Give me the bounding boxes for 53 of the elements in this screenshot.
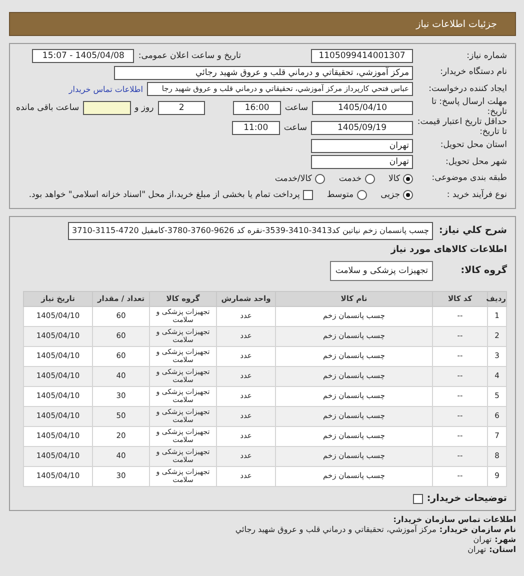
- contact-link[interactable]: اطلاعات تماس خریدار: [68, 84, 143, 94]
- section-heading: اطلاعات کالاهای مورد نیاز: [390, 244, 507, 254]
- field-label: ساعت: [284, 102, 308, 112]
- read-only-field: مرکز آموزشي، تحقيقاتي و درماني قلب و عروق شهيد رجائي: [114, 66, 413, 80]
- option-label: کالا: [388, 174, 400, 184]
- field-label: روز و: [134, 102, 154, 112]
- field-label: گروه کالا:: [460, 265, 507, 276]
- option-label: پرداخت تمام یا بخشی از مبلغ خرید،از محل "اسناد خزانه اسلامی" خواهد بود.: [28, 190, 300, 200]
- field-label: شهر محل تحویل:: [444, 158, 507, 167]
- read-only-field: 1405/04/10: [312, 100, 413, 114]
- field-value: تهران: [473, 534, 492, 544]
- field-label: نام دستگاه خریدار:: [439, 68, 507, 78]
- option-label: خدمت: [338, 174, 362, 184]
- radio-button[interactable]: [314, 174, 325, 184]
- read-only-field: 1405/09/19: [311, 120, 413, 134]
- field-label: استان:: [489, 544, 516, 554]
- radio-button[interactable]: [364, 174, 375, 184]
- field-label: توضیحات خریدار:: [426, 493, 507, 504]
- field-label: حداقل تاریخ اعتبار قیمت: تا تاریخ:: [417, 118, 507, 137]
- read-only-field: چسب پانسمان زخم نیاتین کد3413-3410-3539-نقره کد 9626-3760-3780-کامفیل 4720-3115-3710: [68, 222, 433, 240]
- field-label: نوع فرآیند خرید :: [446, 190, 507, 200]
- read-only-field: 2: [158, 100, 206, 114]
- field-label: شهر:: [494, 534, 516, 544]
- read-only-field: 11:00: [232, 120, 280, 134]
- page-title: جزئیات اطلاعات نیاز: [416, 18, 497, 30]
- field-label: ساعت باقی مانده: [16, 102, 80, 112]
- option-label: جزیی: [380, 190, 400, 200]
- field-label: مهلت ارسال پاسخ: تا تاریخ:: [430, 98, 507, 117]
- read-only-field: 1105099414001307: [311, 49, 413, 64]
- option-label: متوسط: [326, 190, 354, 200]
- field-label: طبقه بندی موضوعی:: [430, 174, 507, 184]
- radio-button[interactable]: [403, 174, 413, 184]
- field-value: تهران: [468, 544, 486, 554]
- checkbox[interactable]: [302, 190, 313, 200]
- field-label: ساعت: [284, 122, 307, 132]
- read-only-field: 16:00: [233, 100, 281, 114]
- field-label: شماره نیاز:: [466, 52, 507, 61]
- read-only-field: 1405/04/08 - 15:07: [32, 49, 134, 64]
- remaining-field: [83, 100, 131, 114]
- field-label: تاریخ و ساعت اعلان عمومی:: [138, 51, 241, 62]
- field-value: مرکز آموزشي، تحقيقاتي و درماني قلب و عروق شهيد رجائي: [235, 524, 436, 534]
- section-heading: اطلاعات تماس سازمان خریدار:: [392, 514, 516, 524]
- radio-button[interactable]: [356, 190, 367, 200]
- read-only-field: تهران: [311, 155, 413, 170]
- field-label: استان محل تحویل:: [439, 141, 507, 150]
- option-label: کالا/خدمت: [274, 174, 312, 184]
- field-label: ایجاد کننده درخواست:: [428, 84, 507, 94]
- field-label: نام سازمان خریدار:: [439, 524, 516, 534]
- radio-button[interactable]: [403, 190, 413, 200]
- checkbox[interactable]: [412, 494, 423, 504]
- read-only-field: تجهیزات پزشکی و سلامت: [330, 260, 433, 280]
- read-only-field: تهران: [311, 138, 413, 153]
- field-label: شرح کلي نیاز:: [438, 225, 507, 236]
